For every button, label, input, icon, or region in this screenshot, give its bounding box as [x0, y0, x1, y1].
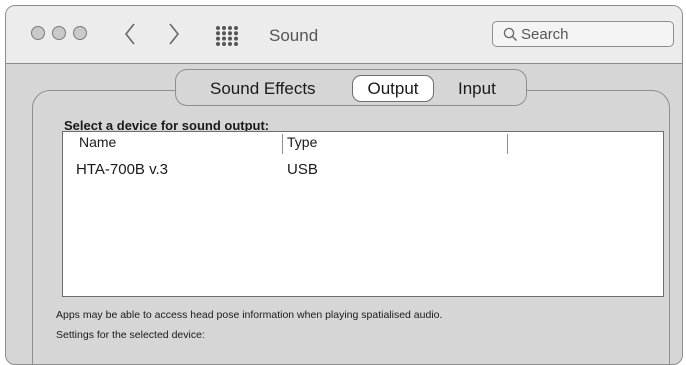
device-type-cell: USB	[287, 161, 318, 178]
output-device-table[interactable]: Name Type HTA-700B v.3 USB	[62, 131, 664, 297]
column-divider	[282, 134, 283, 154]
column-divider	[507, 134, 508, 154]
window-title: Sound	[269, 26, 319, 45]
tab-output[interactable]: Output	[352, 75, 434, 102]
column-header-type[interactable]: Type	[287, 133, 317, 151]
column-header-name[interactable]: Name	[79, 133, 116, 151]
search-input[interactable]	[521, 25, 666, 43]
chevron-left-icon	[124, 23, 135, 45]
tab-input[interactable]: Input	[458, 76, 496, 101]
search-field[interactable]	[492, 21, 674, 47]
tab-bar: Sound Effects Output Input	[175, 69, 527, 106]
sound-preferences-window: Sound Sound Effects Output Input Select …	[5, 5, 683, 365]
grid-icon	[216, 26, 238, 46]
tab-sound-effects[interactable]: Sound Effects	[210, 76, 316, 101]
chevron-right-icon	[169, 23, 180, 45]
show-all-button[interactable]	[215, 25, 239, 47]
title-bar: Sound	[6, 6, 682, 64]
forward-button[interactable]	[162, 20, 186, 48]
device-settings-label: Settings for the selected device:	[56, 329, 205, 341]
minimize-window-button[interactable]	[52, 26, 66, 40]
back-button[interactable]	[118, 20, 142, 48]
spatial-audio-note: Apps may be able to access head pose inf…	[56, 309, 443, 321]
zoom-window-button[interactable]	[73, 26, 87, 40]
device-name-cell: HTA-700B v.3	[76, 161, 168, 178]
close-window-button[interactable]	[31, 26, 45, 40]
search-icon	[503, 27, 517, 41]
